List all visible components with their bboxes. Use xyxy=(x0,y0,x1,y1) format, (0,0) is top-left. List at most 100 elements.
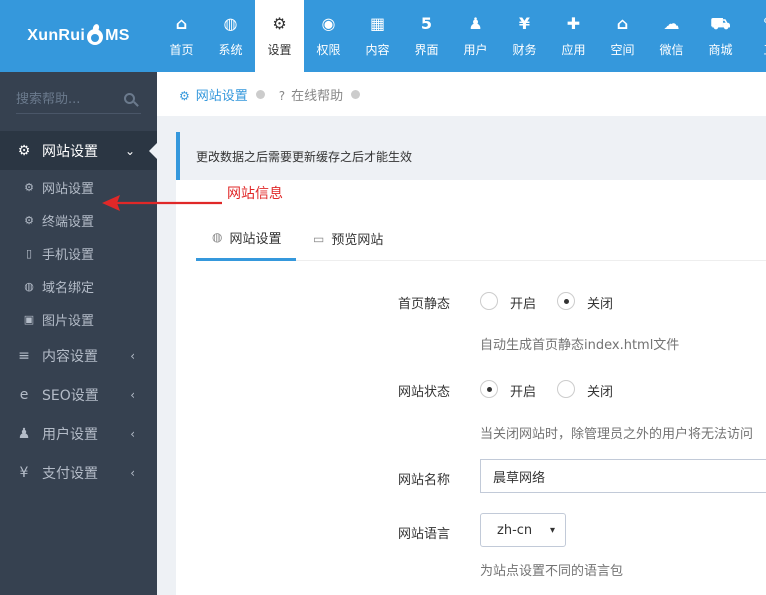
breadcrumb-separator xyxy=(255,89,265,99)
annotation-label: 网站信息 xyxy=(227,186,283,202)
nav-item-8[interactable]: ✚ 应用 xyxy=(549,0,598,72)
nav-item-12[interactable]: ✎工 xyxy=(745,0,766,72)
user-icon: ♟ xyxy=(468,13,483,33)
nav-item-0[interactable]: ⌂ 首页 xyxy=(157,0,206,72)
logo[interactable]: XunRui MS xyxy=(0,0,157,72)
nav-item-label: 首页 xyxy=(169,42,194,57)
globe-icon: ◍ xyxy=(223,13,238,33)
site-status-off-label[interactable]: 关闭 xyxy=(587,381,613,400)
nav-item-label: 内容 xyxy=(365,42,390,57)
nav-item-label: 应用 xyxy=(561,42,586,57)
list-icon: ≡ xyxy=(18,347,30,364)
yen-icon: ¥ xyxy=(19,464,29,481)
home-static-label: 首页静态 xyxy=(397,297,450,312)
home-static-help: 自动生成首页静态index.html文件 xyxy=(480,338,680,353)
sidebar-subitem-label: 手机设置 xyxy=(42,248,95,263)
monitor-icon: ▭ xyxy=(313,231,325,246)
sidebar-menu-payment-settings[interactable]: ¥ 支付设置 ‹ xyxy=(0,453,157,492)
site-lang-value: zh-cn xyxy=(497,522,533,538)
home-icon: ⌂ xyxy=(175,13,188,33)
nav-item-label: 权限 xyxy=(316,42,341,57)
chevron-left-icon: ‹ xyxy=(130,465,135,480)
chevron-down-icon: ⌄ xyxy=(124,143,135,158)
nav-item-2[interactable]: ⚙ 设置 xyxy=(255,0,304,72)
nav-item-9[interactable]: ⌂ 空间 xyxy=(598,0,647,72)
breadcrumb-separator xyxy=(351,89,361,99)
site-status-on-radio[interactable] xyxy=(480,380,498,398)
user-icon: ♟ xyxy=(17,425,31,442)
breadcrumb-label: 在线帮助 xyxy=(291,88,344,104)
site-name-label: 网站名称 xyxy=(397,473,450,488)
sidebar-menu-label: 网站设置 xyxy=(42,143,98,160)
breadcrumb-online-help[interactable]: ? 在线帮助 xyxy=(279,85,343,104)
home-static-off-radio[interactable] xyxy=(557,292,575,310)
tab-site-settings[interactable]: ◍ 网站设置 xyxy=(196,216,296,261)
sidebar-subitem-image-settings[interactable]: ▣ 图片设置 xyxy=(0,303,157,336)
nav-item-7[interactable]: ¥ 财务 xyxy=(500,0,549,72)
top-bar: XunRui MS ⌂ 首页 ◍ 系统 ⚙ 设置 ◉ 权限 ▦ 内容 5 界面 ♟ 用户 ¥ 财务 ✚ 应用 ⌂ 空间… xyxy=(0,0,766,72)
site-lang-label: 网站语言 xyxy=(397,527,450,542)
search-icon[interactable] xyxy=(124,93,135,104)
home-static-on-label[interactable]: 开启 xyxy=(510,293,536,312)
site-lang-select[interactable]: zh-cn ▾ xyxy=(480,513,566,547)
nav-item-label: 微信 xyxy=(659,42,684,57)
gear-icon: ⚙ xyxy=(24,181,34,194)
chevron-left-icon: ‹ xyxy=(130,387,135,402)
html5-icon: 5 xyxy=(420,13,433,33)
nav-item-1[interactable]: ◍ 系统 xyxy=(206,0,255,72)
tab-preview-site[interactable]: ▭ 预览网站 xyxy=(313,216,383,261)
nav-item-label: 系统 xyxy=(218,42,243,57)
nav-item-3[interactable]: ◉ 权限 xyxy=(304,0,353,72)
wechat-icon: ☁ xyxy=(663,13,680,33)
sidebar-menu-label: 支付设置 xyxy=(42,465,98,482)
sidebar-menu-user-settings[interactable]: ♟ 用户设置 ‹ xyxy=(0,414,157,453)
puzzle-icon: ✚ xyxy=(566,13,581,33)
cart-icon: ⛟ xyxy=(710,13,731,33)
sidebar-subitem-mobile-settings[interactable]: ▯ 手机设置 xyxy=(0,237,157,270)
home-static-off-label[interactable]: 关闭 xyxy=(587,293,613,312)
sidebar-menu-site-settings[interactable]: ⚙ 网站设置 ⌄ xyxy=(0,131,157,170)
nav-item-4[interactable]: ▦ 内容 xyxy=(353,0,402,72)
site-status-label: 网站状态 xyxy=(397,385,450,400)
sidebar-menu-content-settings[interactable]: ≡ 内容设置 ‹ xyxy=(0,336,157,375)
nav-item-10[interactable]: ☁ 微信 xyxy=(647,0,696,72)
sidebar-subitem-domain-binding[interactable]: ◍ 域名绑定 xyxy=(0,270,157,303)
tab-bar: ◍ 网站设置 ▭ 预览网站 xyxy=(196,216,766,261)
chevron-down-icon: ▾ xyxy=(549,524,555,536)
tab-label: 网站设置 xyxy=(229,231,282,247)
logo-text-right: MS xyxy=(105,27,130,44)
nav-item-label: 财务 xyxy=(512,42,537,57)
chevron-left-icon: ‹ xyxy=(130,348,135,363)
sidebar-menu-label: 内容设置 xyxy=(42,348,98,365)
user-circle-icon: ◉ xyxy=(321,13,336,33)
globe-icon: ◍ xyxy=(24,280,34,293)
sidebar-menu-seo-settings[interactable]: e SEO设置 ‹ xyxy=(0,375,157,414)
search-input[interactable] xyxy=(16,90,141,114)
logo-flame-icon xyxy=(86,23,104,46)
gears-icon: ⚙ xyxy=(24,214,34,227)
breadcrumb-label: 网站设置 xyxy=(195,88,248,104)
sidebar-subitem-label: 网站设置 xyxy=(42,182,95,197)
site-name-input[interactable]: 晨草网络 xyxy=(480,459,766,493)
annotation-arrow-icon xyxy=(102,195,222,211)
image-icon: ▣ xyxy=(23,313,35,326)
nav-item-label: 界面 xyxy=(414,42,439,57)
yen-icon: ¥ xyxy=(518,13,531,33)
site-status-off-radio[interactable] xyxy=(557,380,575,398)
gear-icon: ⚙ xyxy=(17,142,31,159)
home-static-on-radio[interactable] xyxy=(480,292,498,310)
question-icon: ? xyxy=(278,88,286,103)
chevron-left-icon: ‹ xyxy=(130,426,135,441)
nav-item-5[interactable]: 5 界面 xyxy=(402,0,451,72)
nav-item-6[interactable]: ♟ 用户 xyxy=(451,0,500,72)
sidebar-subitem-label: 终端设置 xyxy=(42,215,95,230)
site-status-on-label[interactable]: 开启 xyxy=(510,381,536,400)
grid-icon: ▦ xyxy=(369,13,386,33)
notice-alert: 更改数据之后需要更新缓存之后才能生效 xyxy=(176,132,766,180)
breadcrumb-site-settings[interactable]: ⚙ 网站设置 xyxy=(179,85,248,104)
logo-text-left: XunRui xyxy=(27,27,86,44)
nav-item-11[interactable]: ⛟ 商城 xyxy=(696,0,745,72)
site-lang-help: 为站点设置不同的语言包 xyxy=(480,564,624,579)
ie-icon: e xyxy=(19,386,29,403)
breadcrumb: ⚙ 网站设置 ? 在线帮助 xyxy=(157,72,766,116)
